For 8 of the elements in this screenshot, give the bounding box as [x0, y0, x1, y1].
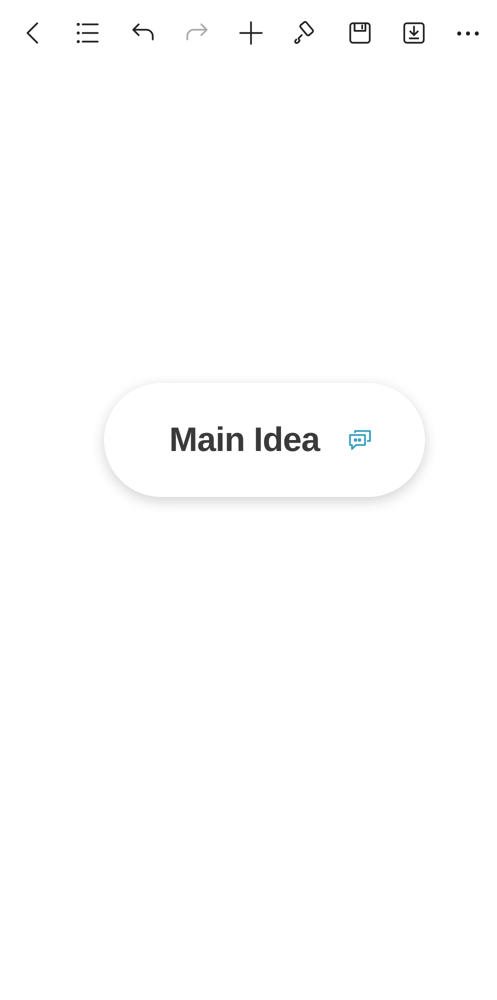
topic-title: Main Idea [169, 420, 320, 460]
comment-icon[interactable] [348, 429, 372, 451]
topic-node[interactable]: Main Idea [104, 383, 425, 497]
download-icon [400, 20, 427, 46]
outline-icon [75, 20, 102, 46]
add-icon [238, 20, 264, 46]
more-icon [457, 30, 479, 36]
save-icon [346, 20, 372, 46]
